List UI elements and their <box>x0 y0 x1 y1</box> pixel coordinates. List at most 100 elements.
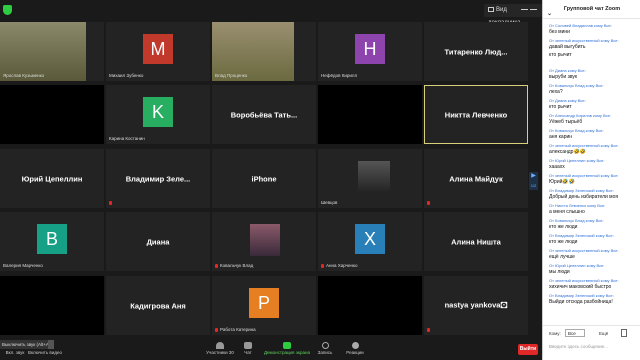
muted-mic-icon <box>109 201 112 205</box>
participant-tile[interactable]: nastya yankova🖸 <box>424 276 528 335</box>
next-page-button[interactable]: ▶ 1/2 <box>529 172 538 190</box>
participant-tile[interactable] <box>0 276 104 335</box>
participant-tile[interactable] <box>318 85 422 144</box>
participant-tile[interactable]: H Нефёдов Кирилл <box>318 22 422 81</box>
participant-photo <box>250 224 280 256</box>
participant-name: Юрий Цепеллин <box>21 174 83 183</box>
leave-meeting-button[interactable]: Выйти <box>518 344 538 355</box>
chevron-down-icon[interactable]: ⌄ <box>547 5 552 23</box>
participant-tile[interactable]: X Анна Харченко <box>318 212 422 271</box>
more-button[interactable]: Ещё <box>599 331 608 336</box>
participant-label-text: Шевцов <box>321 200 338 205</box>
reactions-button[interactable]: Реакции <box>342 340 368 360</box>
chat-message-header: От Александр Кирилов кому Все: <box>549 113 611 118</box>
participant-tile[interactable]: Шевцов <box>318 149 422 208</box>
participant-tile[interactable] <box>318 276 422 335</box>
participant-name: Кадигрова Аня <box>130 301 186 310</box>
chat-message-header: От Диана кому Все: <box>549 68 586 73</box>
participant-tile[interactable]: Ярослав Кузьменко <box>0 22 104 81</box>
share-screen-button[interactable]: Демонстрация экрана <box>264 340 310 360</box>
chat-message-text: мы люди <box>549 269 570 275</box>
restore-icon[interactable] <box>530 9 537 10</box>
participant-name: Воробьёва Тать... <box>230 110 298 119</box>
participant-tile[interactable]: Диана <box>106 212 210 271</box>
chat-message-text: давай выгубить <box>549 44 586 50</box>
participant-tile[interactable]: Влад Проценко <box>212 22 316 81</box>
window-controls[interactable] <box>520 3 540 17</box>
participant-name: nastya yankova🖸 <box>444 300 508 309</box>
avatar: K <box>143 97 173 127</box>
avatar: M <box>143 34 173 64</box>
share-screen-icon <box>283 342 291 349</box>
toast-close-icon[interactable] <box>48 340 54 349</box>
participant-label-text: Ковальчук Влад <box>220 263 254 268</box>
record-button[interactable]: Запись <box>314 340 336 360</box>
chat-message-text: кто рычит <box>549 104 572 110</box>
chat-message-header: От зеленый искусственный кому Все: <box>549 173 619 178</box>
security-shield-icon[interactable] <box>3 5 12 15</box>
chat-message: От Александр Кирилов кому Все: Уёжеб тырь… <box>543 112 640 127</box>
chat-bubble-icon <box>244 342 252 349</box>
smile-icon <box>351 342 359 349</box>
participant-tile[interactable]: Алина Майдук <box>424 149 528 208</box>
reactions-label: Реакции <box>346 350 364 355</box>
chat-message-header: От Никтта Левченко кому Все: <box>549 203 606 208</box>
participant-tile[interactable]: Ковальчук Влад <box>212 212 316 271</box>
unmute-label: Вкл. звук <box>5 350 25 355</box>
recipient-select[interactable]: Все <box>565 329 585 337</box>
participant-tile[interactable]: Воробьёва Тать... <box>212 85 316 144</box>
participant-label: Ярослав Кузьменко <box>3 73 44 79</box>
chat-message-header: От Юрий Цепеллин кому Все: <box>549 158 605 163</box>
participant-tile[interactable]: Кадигрова Аня <box>106 276 210 335</box>
participant-name: iPhone <box>251 174 277 183</box>
chat-message-header: От Владимир Зеленский кому Все: <box>549 293 614 298</box>
file-icon[interactable] <box>621 329 627 337</box>
top-bar: Вид докладчика <box>0 0 542 26</box>
participant-label-text: Михаил Зубенко <box>109 73 144 78</box>
participant-tile[interactable]: K Карина Костанин <box>106 85 210 144</box>
participant-label: Шевцов <box>321 200 337 206</box>
chat-message-header: От Ковальчук Влад кому Все: <box>549 128 604 133</box>
participant-tile[interactable]: Юрий Цепеллин <box>0 149 104 208</box>
chat-message: От зеленый искусственный кому Все: Юрий🤣🤣 <box>543 172 640 187</box>
muted-mic-icon <box>427 328 430 332</box>
chat-message: От зеленый искусственный кому Все: хихичи… <box>543 277 640 292</box>
chat-message-header: От Соловей Владислав кому Все: <box>549 23 612 28</box>
chat-message: От зеленый искусственный кому Все: алекса… <box>543 142 640 157</box>
chat-message-text: хихичич маковский быстро <box>549 284 612 290</box>
minimize-icon[interactable] <box>521 9 528 10</box>
participants-button[interactable]: Участники 30 <box>206 340 234 360</box>
participant-tile[interactable]: Никтта Левченко <box>424 85 528 144</box>
chat-input[interactable]: Введите здесь сообщение... <box>549 342 635 352</box>
participant-label <box>109 200 114 206</box>
chat-message-header: От зеленый искусственный кому Все: <box>549 38 619 43</box>
participant-tile[interactable]: Владимир Зеле... <box>106 149 210 208</box>
chat-message: От Никтта Левченко кому Все: а меня слышн… <box>543 202 640 217</box>
participant-label-text: Анна Харченко <box>326 263 358 268</box>
participant-name: Владимир Зеле... <box>125 174 191 183</box>
chat-message-text: выруби звук <box>549 74 578 80</box>
chat-message-text: а меня слышно <box>549 209 585 215</box>
participant-tile[interactable]: P Работа Катерина <box>212 276 316 335</box>
participant-tile[interactable]: B Валерия Марченко <box>0 212 104 271</box>
chat-message-text: хааахх <box>549 164 565 170</box>
chat-button[interactable]: Чат <box>238 340 258 360</box>
participant-tile[interactable] <box>0 85 104 144</box>
participant-label <box>427 327 432 333</box>
chat-message-header: От зеленый искусственный кому Все: <box>549 248 619 253</box>
participant-tile[interactable]: M Михаил Зубенко <box>106 22 210 81</box>
chat-message-text: кто же люди <box>549 224 578 230</box>
participant-label-text: Нефёдов Кирилл <box>321 73 358 78</box>
chat-message-header: От Владимир Зеленский кому Все: <box>549 233 614 238</box>
participant-label: Работа Катерина <box>215 327 256 333</box>
participant-label-text: Валерия Марченко <box>3 263 43 268</box>
chat-message-text: Выйди отсюда разбойница! <box>549 299 613 305</box>
participant-tile[interactable]: iPhone <box>212 149 316 208</box>
chat-message-text: Юрий🤣🤣 <box>549 179 575 185</box>
prev-page-button[interactable] <box>0 170 6 194</box>
chat-message-text: Уёжеб тырьёб <box>549 119 583 125</box>
avatar: X <box>355 224 385 254</box>
video-label: Включить видео <box>28 350 62 355</box>
participant-tile[interactable]: Титаренко Люд... <box>424 22 528 81</box>
participant-tile[interactable]: Алина Ништа <box>424 212 528 271</box>
